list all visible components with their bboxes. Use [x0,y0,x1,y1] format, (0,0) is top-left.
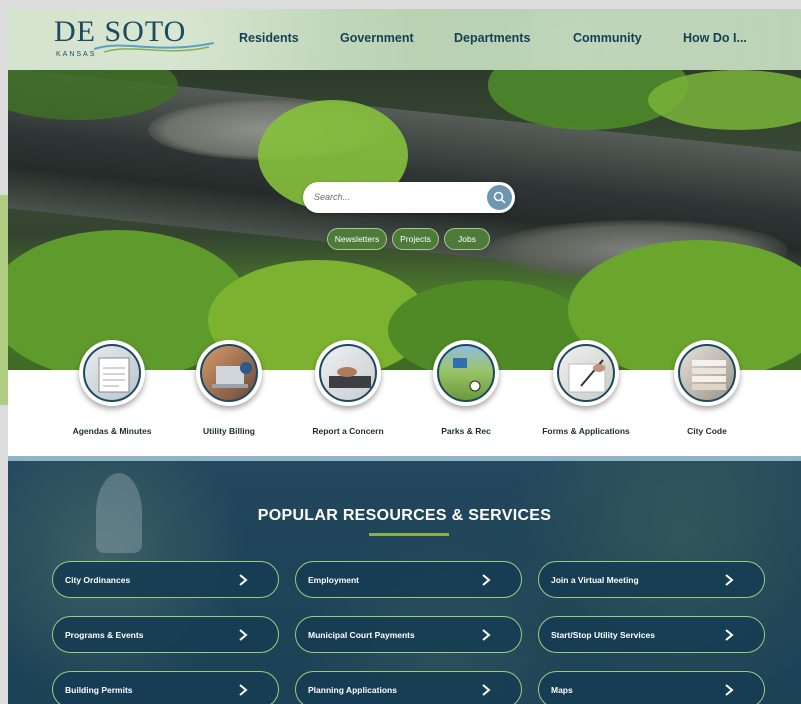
chevron-right-icon [482,629,491,641]
nav-departments[interactable]: Departments [454,31,530,45]
resource-button[interactable]: Join a Virtual Meeting [538,561,765,598]
nav-community[interactable]: Community [573,31,642,45]
nav-government[interactable]: Government [340,31,414,45]
resource-button[interactable]: Municipal Court Payments [295,616,522,653]
resource-label: Programs & Events [65,630,144,640]
chevron-right-icon [482,574,491,586]
resource-button[interactable]: Planning Applications [295,671,522,704]
title-underline [369,533,449,536]
chevron-right-icon [239,684,248,696]
resource-button[interactable]: Start/Stop Utility Services [538,616,765,653]
newsletters-button[interactable]: Newsletters [327,228,387,250]
quick-link-label: Report a Concern [312,426,384,436]
page: DE SOTO KANSAS Residents Government Depa… [8,9,801,704]
resource-label: Employment [308,575,360,585]
search-button[interactable] [487,185,512,210]
keyboard-icon [319,344,377,402]
park-icon [437,344,495,402]
resource-label: Join a Virtual Meeting [551,575,639,585]
quick-link-circle [196,340,262,406]
quick-link-agendas[interactable]: Agendas & Minutes [53,340,171,436]
quick-link-utility-billing[interactable]: Utility Billing [170,340,288,436]
quick-link-label: Utility Billing [203,426,255,436]
chevron-right-icon [482,684,491,696]
resource-label: Municipal Court Payments [308,630,415,640]
quick-link-circle [553,340,619,406]
quick-link-report-concern[interactable]: Report a Concern [289,340,407,436]
chevron-right-icon [725,574,734,586]
resource-label: Planning Applications [308,685,397,695]
resource-button[interactable]: Building Permits [52,671,279,704]
nav-residents[interactable]: Residents [239,31,299,45]
calendar-icon [83,344,141,402]
jobs-button[interactable]: Jobs [444,228,490,250]
nav-how-do-i[interactable]: How Do I... [683,31,747,45]
resource-button[interactable]: Maps [538,671,765,704]
quick-link-label: Parks & Rec [441,426,491,436]
quick-link-circle [315,340,381,406]
chevron-right-icon [239,574,248,586]
search-input[interactable]: Search... [303,182,515,213]
laptop-icon [200,344,258,402]
quick-link-parks-rec[interactable]: Parks & Rec [407,340,525,436]
quick-link-forms[interactable]: Forms & Applications [527,340,645,436]
quick-link-label: City Code [687,426,727,436]
files-icon [678,344,736,402]
resource-label: Maps [551,685,573,695]
quick-link-city-code[interactable]: City Code [648,340,766,436]
quick-link-label: Forms & Applications [542,426,630,436]
quick-link-circle [79,340,145,406]
search-placeholder: Search... [314,192,351,202]
chevron-right-icon [725,629,734,641]
quick-link-label: Agendas & Minutes [72,426,152,436]
pen-icon [557,344,615,402]
popular-resources-section: POPULAR RESOURCES & SERVICES City Ordina… [8,461,801,704]
quick-links-band: Agendas & Minutes Utility Billing Report… [8,340,801,459]
left-accent-bar [0,195,8,405]
section-title: POPULAR RESOURCES & SERVICES [257,507,552,524]
chevron-right-icon [239,629,248,641]
resource-button[interactable]: City Ordinances [52,561,279,598]
search-icon [493,191,506,204]
resource-label: Building Permits [65,685,133,695]
quick-link-circle [433,340,499,406]
resource-label: Start/Stop Utility Services [551,630,655,640]
resource-label: City Ordinances [65,575,131,585]
site-header: DE SOTO KANSAS Residents Government Depa… [8,9,801,70]
main-nav: Residents Government Departments Communi… [8,9,801,70]
projects-button[interactable]: Projects [392,228,439,250]
chevron-right-icon [725,684,734,696]
quick-link-circle [674,340,740,406]
resource-button[interactable]: Programs & Events [52,616,279,653]
tree-canopy [648,70,801,130]
hero-banner: Search... Newsletters Projects Jobs [8,70,801,370]
resource-button[interactable]: Employment [295,561,522,598]
